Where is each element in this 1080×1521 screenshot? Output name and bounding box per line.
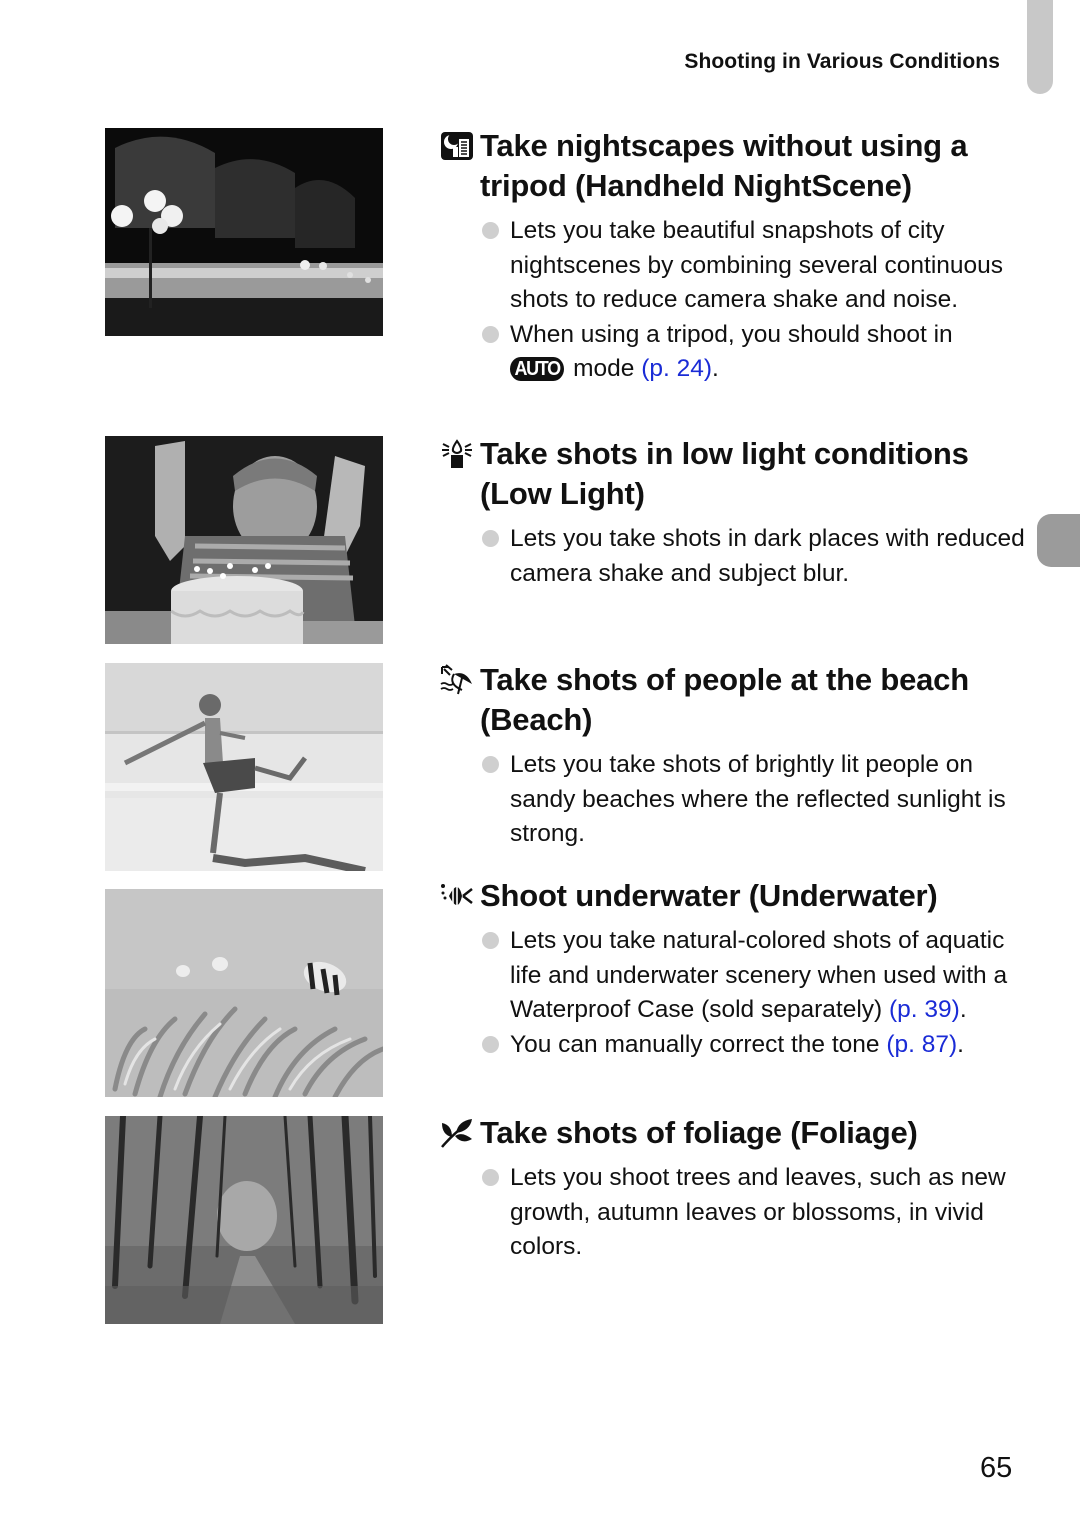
handheld-nightscene-icon (440, 130, 474, 162)
page-reference-link[interactable]: (p. 87) (886, 1031, 957, 1058)
page-reference-link[interactable]: (p. 24) (641, 355, 712, 382)
bullet-item: Lets you take beautiful snapshots of cit… (482, 214, 1040, 318)
underwater-fish-icon (440, 880, 474, 912)
bullet-item: You can manually correct the tone (p. 87… (482, 1028, 1040, 1063)
bullet-dot (482, 1169, 499, 1186)
section-heading: Take shots of people at the beach (Beach… (440, 660, 1040, 740)
section-heading: Take shots of foliage (Foliage) (440, 1113, 1040, 1153)
bullet-dot (482, 756, 499, 773)
bullet-dot (482, 932, 499, 949)
beach-umbrella-icon (440, 664, 474, 696)
birthday-cake-child-photo (105, 436, 383, 644)
section-underwater: Shoot underwater (Underwater) Lets you t… (440, 876, 1040, 1062)
bullet-dot (482, 530, 499, 547)
bullet-item: Lets you take natural-colored shots of a… (482, 924, 1040, 1028)
running-header-title: Shooting in Various Conditions (684, 50, 1000, 73)
bullet-item: Lets you take shots in dark places with … (482, 522, 1040, 591)
bullet-dot (482, 325, 499, 343)
bullet-item: Lets you take shots of brightly lit peop… (482, 748, 1040, 852)
night-street-lamps-photo (105, 128, 383, 336)
page-reference-link[interactable]: (p. 39) (889, 996, 960, 1023)
section-beach: Take shots of people at the beach (Beach… (440, 660, 1040, 852)
clownfish-anemone-photo (105, 889, 383, 1097)
foliage-leaf-icon (440, 1117, 474, 1149)
section-foliage: Take shots of foliage (Foliage) Lets you… (440, 1113, 1040, 1265)
auto-mode-icon: AUTO (510, 357, 565, 381)
chapter-tab-top (1027, 0, 1053, 94)
section-low-light: Take shots in low light conditions (Low … (440, 434, 1040, 591)
forest-path-photo (105, 1116, 383, 1324)
page-number: 65 (980, 1452, 1013, 1484)
bullet-item: When using a tripod, you should shoot in… (482, 318, 1040, 387)
section-heading: Take nightscapes without using a tripod … (440, 126, 1040, 206)
section-heading: Take shots in low light conditions (Low … (440, 434, 1040, 514)
bullet-dot (482, 222, 499, 239)
chapter-tab-side (1037, 514, 1080, 567)
low-light-candle-icon (440, 438, 474, 470)
section-handheld-nightscene: Take nightscapes without using a tripod … (440, 126, 1040, 387)
bullet-item: Lets you shoot trees and leaves, such as… (482, 1161, 1040, 1265)
boy-kicking-on-beach-photo (105, 663, 383, 871)
section-heading: Shoot underwater (Underwater) (440, 876, 1040, 916)
bullet-dot (482, 1035, 499, 1053)
